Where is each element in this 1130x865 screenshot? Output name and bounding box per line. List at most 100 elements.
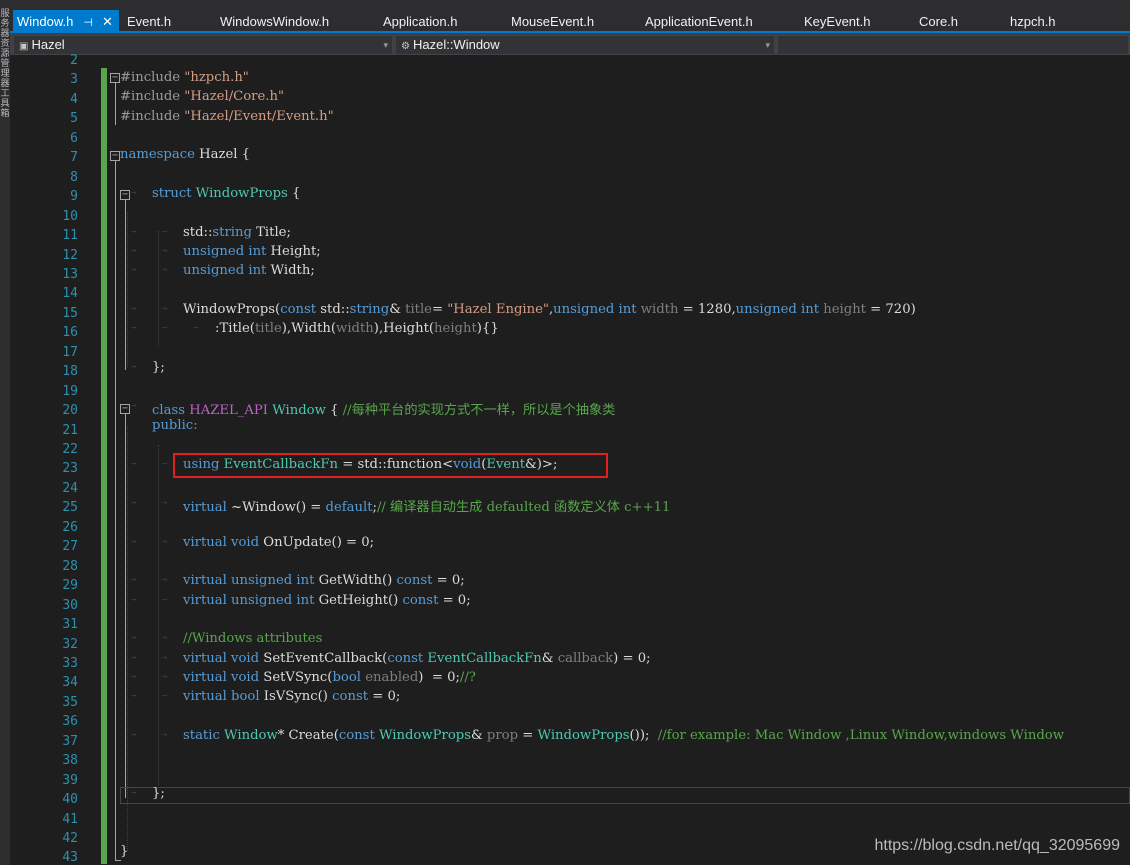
- keyword: struct: [152, 186, 192, 201]
- keyword: virtual unsigned int: [183, 593, 315, 608]
- keyword: virtual void: [183, 651, 260, 666]
- line-number: 31: [62, 617, 78, 633]
- tab-applicationevent-h[interactable]: ApplicationEvent.h: [645, 10, 753, 33]
- code-line-11[interactable]: std::string Title;: [183, 225, 291, 240]
- indent-guide: [158, 231, 159, 346]
- code-line-16[interactable]: :Title(title),Width(width),Height(height…: [215, 321, 499, 336]
- line-number: 30: [62, 597, 78, 613]
- code-text: IsVSync(): [259, 689, 333, 704]
- tab-marker-icon: →: [131, 537, 137, 547]
- code-line-13[interactable]: unsigned int Width;: [183, 263, 315, 278]
- side-tool-strip[interactable]: 服务器资源管理器工具箱: [0, 0, 10, 865]
- line-number: 21: [62, 422, 78, 438]
- code-line-7[interactable]: namespace Hazel {: [120, 147, 250, 162]
- line-number: 18: [62, 364, 78, 380]
- macro-name: HAZEL_API: [189, 403, 268, 418]
- line-number: 33: [62, 655, 78, 671]
- code-text: Height;: [266, 244, 321, 259]
- code-line-27[interactable]: virtual void OnUpdate() = 0;: [183, 535, 374, 550]
- tab-marker-icon: →: [131, 691, 137, 701]
- scope-dropdown[interactable]: ⚙ Hazel::Window ▾: [395, 35, 775, 55]
- keyword: virtual void: [183, 670, 260, 685]
- tab-marker-icon: →: [131, 595, 137, 605]
- line-number: 42: [62, 831, 78, 846]
- tab-marker-icon: →: [162, 227, 168, 237]
- code-text: ){}: [476, 321, 499, 336]
- code-line-20[interactable]: class HAZEL_API Window { //每种平台的实现方式不一样，…: [152, 399, 615, 418]
- line-number: 7: [70, 150, 78, 166]
- line-number: 20: [62, 403, 78, 419]
- project-dropdown[interactable]: ▣ Hazel ▾: [13, 35, 393, 55]
- code-line-25[interactable]: virtual ~Window() = default;// 编译器自动生成 d…: [183, 496, 670, 515]
- tab-keyevent-h[interactable]: KeyEvent.h: [804, 10, 871, 33]
- parameter: width: [640, 302, 679, 317]
- code-line-34[interactable]: virtual void SetVSync(bool enabled) = 0;…: [183, 670, 476, 685]
- code-line-5[interactable]: #include "Hazel/Event/Event.h": [120, 109, 334, 124]
- fold-toggle-icon[interactable]: −: [110, 151, 120, 161]
- code-line-30[interactable]: virtual unsigned int GetHeight() const =…: [183, 593, 471, 608]
- tab-marker-icon: →: [162, 323, 168, 333]
- fold-toggle-icon[interactable]: −: [120, 404, 130, 414]
- line-number: 17: [62, 344, 78, 360]
- code-line-21[interactable]: public:: [152, 418, 198, 433]
- tab-mouseevent-h[interactable]: MouseEvent.h: [511, 10, 594, 33]
- code-line-37[interactable]: static Window* Create(const WindowProps&…: [183, 728, 1064, 743]
- tab-window-h[interactable]: Window.h ⊣ ✕: [13, 10, 119, 33]
- line-number: 3: [70, 72, 78, 88]
- code-line-29[interactable]: virtual unsigned int GetWidth() const = …: [183, 573, 465, 588]
- code-line-18[interactable]: };: [152, 360, 165, 375]
- line-number: 41: [62, 811, 78, 827]
- tab-event-h[interactable]: Event.h: [127, 10, 171, 33]
- code-line-35[interactable]: virtual bool IsVSync() const = 0;: [183, 689, 400, 704]
- navigation-bar: ▣ Hazel ▾ ⚙ Hazel::Window ▾: [10, 33, 1130, 55]
- tab-marker-icon: →: [131, 672, 137, 682]
- code-line-32[interactable]: //Windows attributes: [183, 631, 322, 646]
- line-number: 23: [62, 461, 78, 477]
- code-line-12[interactable]: unsigned int Height;: [183, 244, 321, 259]
- close-icon[interactable]: ✕: [102, 10, 113, 33]
- tab-windowswindow-h[interactable]: WindowsWindow.h: [220, 10, 329, 33]
- watermark-text: https://blog.csdn.net/qq_32095699: [874, 837, 1120, 854]
- keyword: const: [396, 573, 433, 588]
- change-tracking-bar: [101, 68, 107, 864]
- tab-marker-icon: →: [162, 304, 168, 314]
- tab-hzpch-h[interactable]: hzpch.h: [1010, 10, 1056, 33]
- code-line-43[interactable]: }: [120, 844, 128, 859]
- tab-marker-icon: →: [162, 575, 168, 585]
- tab-marker-icon: →: [162, 730, 168, 740]
- type-name: WindowProps: [195, 186, 288, 201]
- code-line-15[interactable]: WindowProps(const std::string& title= "H…: [183, 302, 916, 317]
- code-line-4[interactable]: #include "Hazel/Core.h": [120, 89, 284, 104]
- tab-marker-icon: →: [193, 323, 199, 333]
- keyword: const: [338, 728, 375, 743]
- preprocessor: #include: [120, 70, 185, 85]
- comment: // 编译器自动生成 defaulted 函数定义体 c++11: [376, 500, 671, 515]
- fold-toggle-icon[interactable]: −: [120, 190, 130, 200]
- code-line-9[interactable]: struct WindowProps {: [152, 186, 300, 201]
- type-name: WindowProps: [537, 728, 630, 743]
- code-text: :Title(: [215, 321, 255, 336]
- line-number: 19: [62, 383, 78, 399]
- member-dropdown[interactable]: [777, 35, 1129, 55]
- code-text: ());: [629, 728, 658, 743]
- fold-toggle-icon[interactable]: −: [110, 73, 120, 83]
- side-tool-label[interactable]: 服务器资源管理器工具箱: [0, 8, 10, 118]
- code-line-40[interactable]: };: [152, 786, 165, 801]
- tab-core-h[interactable]: Core.h: [919, 10, 958, 33]
- code-text: SetEventCallback(: [259, 651, 388, 666]
- code-line-33[interactable]: virtual void SetEventCallback(const Even…: [183, 651, 651, 666]
- parameter: callback: [557, 651, 614, 666]
- tab-marker-icon: →: [162, 498, 168, 508]
- line-number: 29: [62, 578, 78, 594]
- code-editor[interactable]: 2 3 4 5 6 7 8 9 10 11 12 13 14 15 16 17 18 19 20 21 22 23 24 25…: [10, 53, 1130, 865]
- chevron-down-icon: ▾: [383, 40, 388, 50]
- code-text: = 0;: [432, 573, 465, 588]
- tab-marker-icon: →: [131, 575, 137, 585]
- tab-marker-icon: →: [131, 265, 137, 275]
- fold-line: [115, 155, 116, 860]
- code-line-3[interactable]: #include "hzpch.h": [120, 70, 249, 85]
- tab-application-h[interactable]: Application.h: [383, 10, 457, 33]
- code-text: &: [541, 651, 558, 666]
- tab-marker-icon: →: [162, 633, 168, 643]
- project-value: Hazel: [31, 37, 65, 52]
